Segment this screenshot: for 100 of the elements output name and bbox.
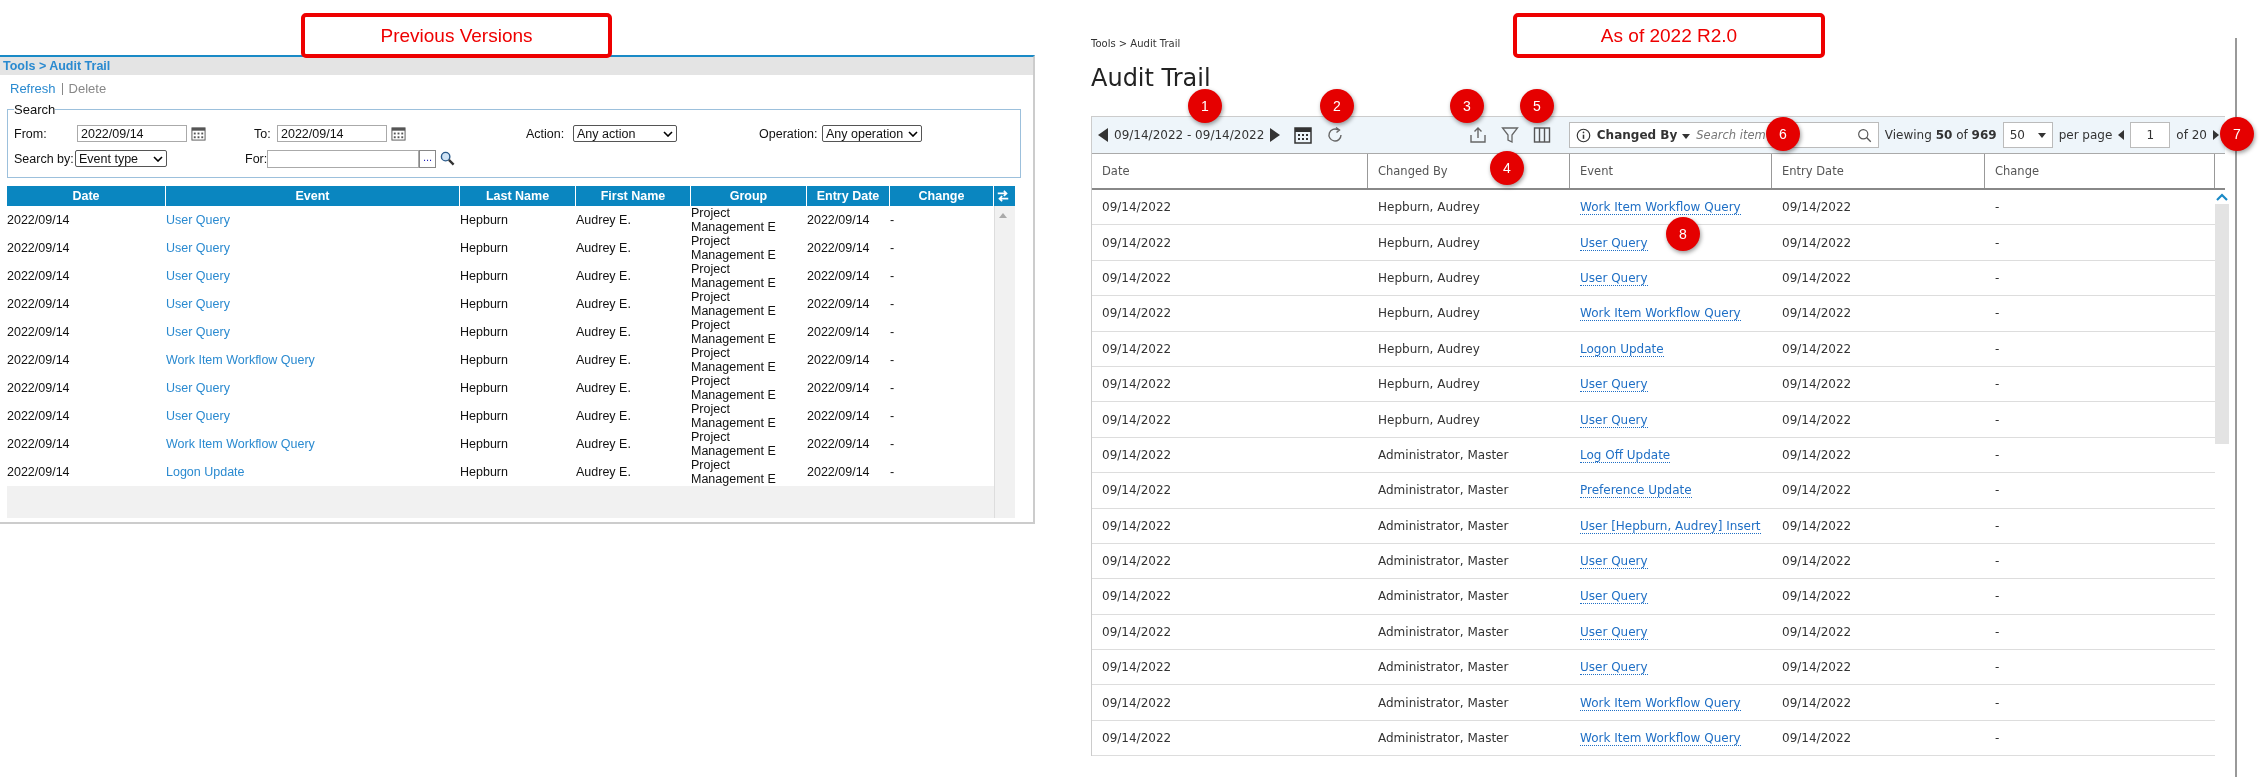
table-cell-text: -	[890, 409, 896, 423]
event-link[interactable]: User Query	[1580, 270, 1648, 286]
table-cell: -	[1995, 695, 2000, 710]
column-header[interactable]: Date	[1092, 154, 1368, 188]
event-link[interactable]: Work Item Workflow Query	[1580, 695, 1741, 711]
table-cell-text: 2022/09/14	[7, 213, 71, 227]
calendar-icon[interactable]	[391, 126, 406, 141]
table-cell-text: Project Management E	[691, 430, 777, 458]
chevron-down-icon	[908, 130, 918, 137]
table-cell: 09/14/2022	[1782, 695, 1852, 710]
event-link[interactable]: Work Item Workflow Query	[166, 353, 460, 367]
event-link[interactable]: User Query	[166, 381, 460, 395]
from-date-field[interactable]: 2022/09/14	[77, 125, 187, 142]
table-cell: 09/14/2022	[1102, 447, 1172, 462]
table-cell-text: 2022/09/14	[807, 353, 871, 367]
table-cell-text: Audrey E.	[576, 297, 632, 311]
table-cell: 09/14/2022	[1102, 200, 1172, 215]
columns-icon[interactable]	[1532, 126, 1551, 144]
event-link[interactable]: User Query	[166, 325, 460, 339]
scroll-up-icon[interactable]	[2216, 193, 2228, 201]
event-link[interactable]: Work Item Workflow Query	[1580, 731, 1741, 747]
table-cell: 09/14/2022	[1102, 270, 1172, 285]
event-link[interactable]: User Query	[166, 297, 460, 311]
event-link[interactable]: User [Hepburn, Audrey] Insert	[1580, 518, 1761, 534]
for-field[interactable]	[267, 149, 419, 168]
page-size-dropdown[interactable]: 50	[2002, 122, 2053, 148]
event-link[interactable]: Work Item Workflow Query	[1580, 200, 1741, 216]
search-by-dropdown[interactable]: Event type	[75, 150, 167, 167]
event-link[interactable]: Logon Update	[166, 465, 460, 479]
column-header[interactable]: Entry Date	[1772, 154, 1985, 188]
table-cell: 09/14/2022	[1782, 624, 1852, 639]
event-link[interactable]: User Query	[1580, 235, 1648, 251]
next-arrow-icon[interactable]	[1270, 128, 1281, 142]
event-link[interactable]: User Query	[166, 269, 460, 283]
search-by-label: Search by:	[14, 151, 75, 166]
event-link[interactable]: User Query	[1580, 412, 1648, 428]
callout-number: 1	[1188, 89, 1222, 123]
column-header[interactable]: Change	[1985, 154, 2215, 188]
filter-icon[interactable]	[1500, 126, 1519, 144]
table-cell: Hepburn, Audrey	[1378, 377, 1480, 392]
table-cell: 09/14/2022	[1782, 660, 1852, 675]
page-number-field[interactable]: 1	[2130, 122, 2171, 148]
table-cell-text: Hepburn	[460, 465, 509, 479]
table-cell: 09/14/2022	[1782, 341, 1852, 356]
action-link[interactable]: Refresh	[10, 81, 56, 96]
event-link[interactable]: Work Item Workflow Query	[166, 437, 460, 451]
calendar-icon[interactable]	[1294, 126, 1313, 144]
event-link[interactable]: Log Off Update	[1580, 447, 1671, 463]
event-link[interactable]: User Query	[1580, 660, 1648, 676]
record-count: Viewing 50 of 969	[1884, 128, 1997, 142]
table-cell-text: 2022/09/14	[807, 213, 871, 227]
action-dropdown[interactable]: Any action	[573, 125, 677, 142]
event-link[interactable]: User Query	[166, 409, 460, 423]
table-cell-text: 2022/09/14	[7, 409, 71, 423]
calendar-icon[interactable]	[191, 126, 206, 141]
table-cell: -	[1995, 412, 2000, 427]
callout-number: 3	[1450, 89, 1484, 123]
event-link[interactable]: User Query	[1580, 554, 1648, 570]
event-link[interactable]: Logon Update	[1580, 341, 1664, 357]
to-date-field[interactable]: 2022/09/14	[277, 125, 387, 142]
annotation-label: As of 2022 R2.0	[1513, 13, 1825, 58]
event-link[interactable]: Work Item Workflow Query	[1580, 306, 1741, 322]
info-icon[interactable]	[1575, 127, 1591, 143]
table-cell-text: Project Management E	[691, 318, 777, 346]
table-cell-text: -	[890, 297, 896, 311]
table-cell-text: Project Management E	[691, 206, 777, 234]
previous-arrow-icon[interactable]	[1098, 128, 1108, 142]
chevron-down-icon	[663, 130, 673, 137]
event-link[interactable]: User Query	[166, 213, 460, 227]
table-cell: 09/14/2022	[1102, 341, 1172, 356]
column-header[interactable]: Event	[1570, 154, 1772, 188]
operation-dropdown[interactable]: Any operation	[822, 125, 922, 142]
swap-arrows-icon[interactable]	[996, 188, 1010, 204]
table-cell: Administrator, Master	[1378, 554, 1509, 569]
table-cell-text: Hepburn	[460, 409, 509, 423]
table-cell: -	[1995, 447, 2000, 462]
operation-label: Operation:	[759, 126, 819, 141]
search-icon[interactable]	[440, 151, 455, 166]
event-link[interactable]: User Query	[166, 241, 460, 255]
event-link[interactable]: User Query	[1580, 377, 1648, 393]
table-cell-text: Project Management E	[691, 458, 777, 486]
scroll-thumb[interactable]	[2215, 204, 2229, 444]
export-icon[interactable]	[1468, 126, 1487, 144]
previous-page-icon[interactable]	[2118, 130, 2125, 140]
event-link[interactable]: User Query	[1580, 589, 1648, 605]
page-total: of 20	[2176, 128, 2207, 142]
callout-number: 5	[1520, 89, 1554, 123]
browse-button[interactable]: ...	[419, 149, 436, 168]
event-link[interactable]: User Query	[1580, 624, 1648, 640]
table-cell-text: Audrey E.	[576, 381, 632, 395]
breadcrumb[interactable]: Tools > Audit Trail	[3, 59, 111, 73]
table-cell-text: 2022/09/14	[7, 437, 71, 451]
table-cell: 09/14/2022	[1102, 624, 1172, 639]
table-cell-text: 2022/09/14	[7, 297, 71, 311]
event-link[interactable]: Preference Update	[1580, 483, 1692, 499]
table-cell-text: Project Management E	[691, 234, 777, 262]
search-field-selector[interactable]: Changed By	[1596, 128, 1691, 142]
table-cell-text: Audrey E.	[576, 465, 632, 479]
search-icon[interactable]	[1856, 127, 1872, 143]
refresh-icon[interactable]	[1326, 126, 1345, 144]
